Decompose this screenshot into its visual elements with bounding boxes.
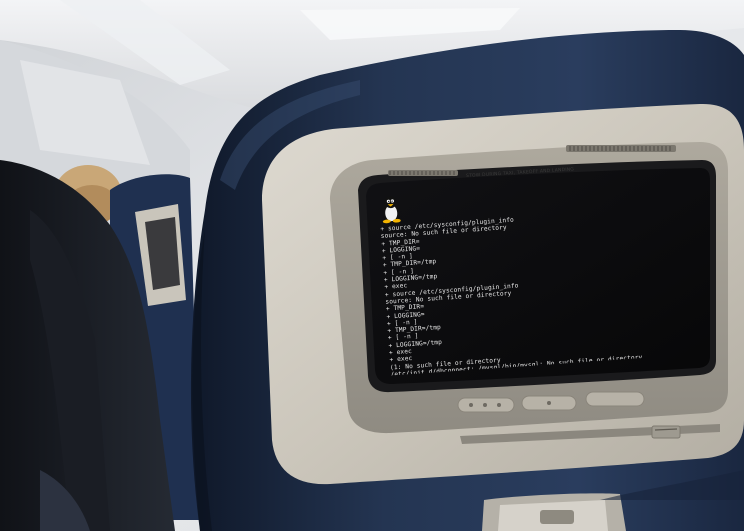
photo-scene: + source /etc/sysconfig/plugin_info sourc… [0,0,744,531]
linux-penguin-icon [382,196,401,224]
ife-terminal-screen: + source /etc/sysconfig/plugin_info sourc… [378,174,710,376]
terminal-output: + source /etc/sysconfig/plugin_info sourc… [380,208,644,376]
